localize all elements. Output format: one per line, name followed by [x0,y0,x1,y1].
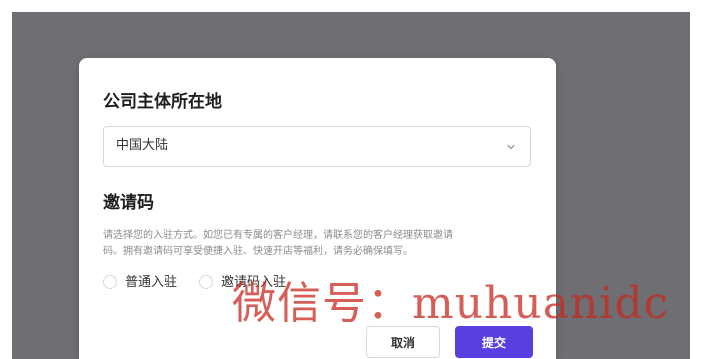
radio-label: 普通入驻 [125,274,178,290]
location-select-value: 中国大陆 [116,138,169,153]
invite-description: 请选择您的入驻方式。如您已有专属的客户经理，请联系您的客户经理获取邀请 码。拥有邀… [103,228,515,260]
dialog: 公司主体所在地 中国大陆 邀请码 请选择您的入驻方式。如您已有专属的客户经理，请… [79,58,556,359]
invite-code-title: 邀请码 [103,193,154,213]
radio-circle[interactable] [103,275,117,289]
invite-description-line-1: 请选择您的入驻方式。如您已有专属的客户经理，请联系您的客户经理获取邀请 [103,230,453,241]
entry-type-radio-group: 普通入驻 邀请码入驻 [103,272,308,292]
location-title: 公司主体所在地 [103,92,222,112]
location-select[interactable]: 中国大陆 [103,126,531,167]
radio-label: 邀请码入驻 [221,274,287,290]
radio-invite-entry[interactable]: 邀请码入驻 [199,275,286,289]
cancel-button[interactable]: 取消 [366,326,440,358]
chevron-down-icon [507,144,515,150]
radio-normal-entry[interactable]: 普通入驻 [103,275,177,289]
invite-description-line-2: 码。拥有邀请码可享受便捷入驻、快速开店等福利，请务必确保填写。 [103,246,413,257]
radio-circle[interactable] [199,275,214,289]
submit-button[interactable]: 提交 [455,326,533,358]
